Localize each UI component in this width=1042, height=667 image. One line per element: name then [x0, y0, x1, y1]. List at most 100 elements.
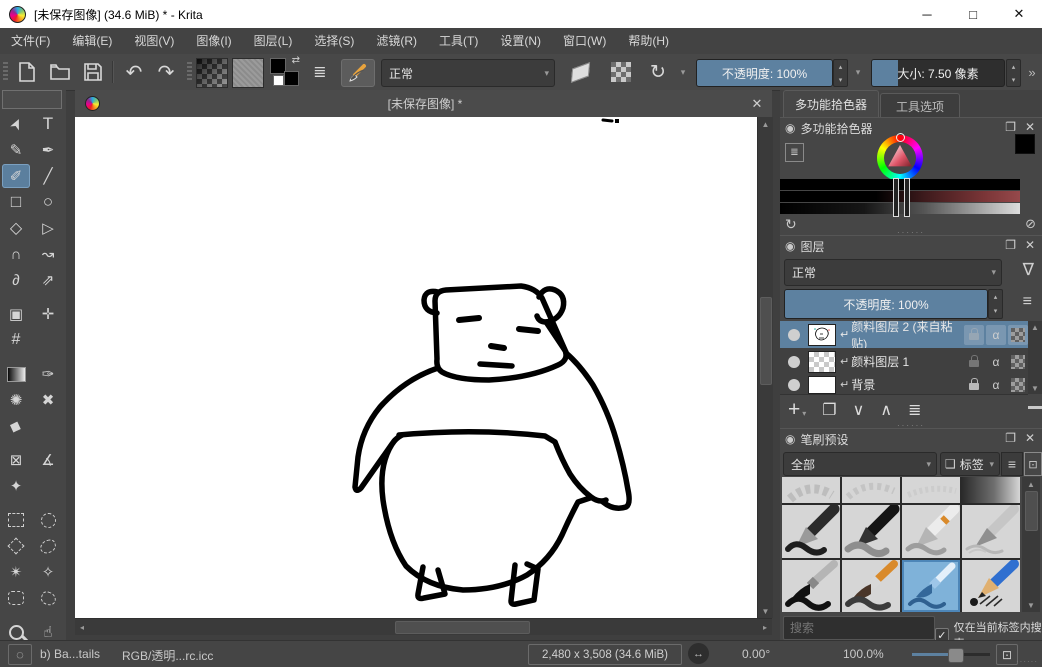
choose-brush-preset-button[interactable]: ≣ [307, 59, 333, 85]
layer-menu-icon[interactable]: ≡ [1023, 293, 1032, 311]
menu-view[interactable]: 视图(V) [123, 28, 185, 54]
visibility-icon[interactable] [788, 329, 800, 341]
scroll-right-icon[interactable]: ▸ [760, 619, 770, 635]
toolbar-grip2[interactable] [187, 62, 192, 82]
zoom-level[interactable]: 100.0% [843, 647, 884, 661]
scroll-down-icon[interactable]: ▼ [758, 606, 773, 616]
color-profile[interactable]: RGB/透明...rc.icc [122, 647, 213, 664]
move-tool[interactable]: ✛ [34, 302, 62, 326]
bar-slider-handle[interactable] [893, 178, 899, 217]
preset-view-button[interactable]: ⊡ [1024, 452, 1042, 476]
brush-preset[interactable] [902, 505, 960, 558]
background-color[interactable] [284, 71, 299, 86]
polygon-select-tool[interactable] [2, 534, 30, 558]
color-picker-tool[interactable]: ✑ [34, 362, 62, 386]
document-tab[interactable]: [未保存图像] * ✕ [75, 90, 772, 118]
brush-preset[interactable] [962, 477, 1020, 503]
close-docker-icon[interactable]: ✕ [1025, 238, 1035, 252]
reload-dropdown-arrow[interactable]: ▾ [676, 59, 690, 85]
value-bar-3[interactable] [780, 203, 1020, 214]
layer-lock-icon[interactable] [964, 375, 984, 395]
scroll-down-icon[interactable]: ▼ [1028, 383, 1042, 393]
freehand-path-tool[interactable]: ↝ [34, 242, 62, 266]
eraser-mode-button[interactable] [563, 59, 597, 85]
smart-patch-tool[interactable]: ✖ [34, 388, 62, 412]
brush-preset[interactable] [842, 560, 900, 612]
bezier-select-tool[interactable] [2, 586, 30, 610]
calligraphy-tool[interactable]: ✒ [34, 138, 62, 162]
lock-docker-icon[interactable]: ◉ [785, 121, 795, 135]
float-docker-icon[interactable]: ❐ [1005, 431, 1016, 445]
scroll-left-icon[interactable]: ◂ [77, 619, 87, 635]
undo-button[interactable]: ↶ [120, 59, 148, 85]
brush-preset[interactable] [782, 560, 840, 612]
toolbar-overflow-button[interactable]: » [1024, 59, 1040, 85]
tab-tool-options[interactable]: 工具选项 [880, 93, 960, 118]
pattern-edit-tool[interactable]: ✺ [2, 388, 30, 412]
layer-properties-button[interactable]: ≣ [908, 400, 921, 420]
rotation-dial[interactable]: ↔ [688, 643, 709, 664]
text-tool[interactable]: T [34, 112, 62, 136]
hue-ring[interactable] [877, 135, 923, 181]
transform-tool[interactable]: ▣ [2, 302, 30, 326]
vscroll-thumb[interactable] [760, 297, 772, 385]
menu-edit[interactable]: 编辑(E) [61, 28, 123, 54]
reload-preset-button[interactable]: ↻ [643, 59, 673, 85]
ellipse-select-tool[interactable] [34, 508, 62, 532]
multibrush-tool[interactable]: ⇗ [34, 268, 62, 292]
gradient-tool[interactable] [2, 362, 30, 386]
rect-select-tool[interactable] [2, 508, 30, 532]
bar-slider-handle2[interactable] [904, 178, 910, 217]
zoom-slider-thumb[interactable] [948, 648, 964, 663]
fg-bg-colors[interactable]: ⇄ [270, 58, 300, 86]
close-docker-icon[interactable]: ✕ [1025, 120, 1035, 134]
dynamic-brush-tool[interactable]: ∂ [2, 268, 30, 292]
layer-filter-icon[interactable]: ∇ [1023, 260, 1034, 280]
opacity-slider[interactable]: 不透明度: 100% [696, 59, 833, 87]
brush-preset[interactable] [902, 477, 960, 503]
edit-shapes-tool[interactable]: ✎ [2, 138, 30, 162]
save-button[interactable] [80, 59, 106, 85]
brush-preset[interactable] [962, 560, 1020, 612]
preserve-alpha-button[interactable] [606, 59, 636, 85]
scroll-down-icon[interactable]: ▼ [1022, 600, 1040, 610]
rectangle-tool[interactable]: □ [2, 190, 30, 214]
alpha-lock-icon[interactable]: α [986, 375, 1006, 395]
edit-brush-settings-button[interactable] [341, 59, 375, 87]
value-bar-2[interactable] [780, 191, 1020, 202]
blending-mode-dropdown[interactable]: 正常 ▾ [381, 59, 555, 87]
polygon-tool[interactable]: ◇ [2, 216, 30, 240]
zoom-slider[interactable] [912, 653, 990, 656]
brush-size-slider[interactable]: 大小: 7.50 像素 [871, 59, 1005, 87]
redo-button[interactable]: ↷ [152, 59, 180, 85]
spin-down-icon[interactable]: ▾ [1007, 73, 1020, 86]
brush-preset[interactable] [782, 477, 840, 503]
freehand-select-tool[interactable] [34, 534, 62, 558]
spin-down-icon[interactable]: ▾ [834, 73, 847, 86]
value-bar-1[interactable] [780, 179, 1020, 190]
menu-layer[interactable]: 图层(L) [243, 28, 304, 54]
layer-lock-icon[interactable] [964, 352, 984, 372]
ellipse-tool[interactable]: ○ [34, 190, 62, 214]
layer-row-3[interactable]: ↵ 背景 α [780, 375, 1028, 395]
canvas-rotation[interactable]: 0.00° [742, 647, 770, 661]
layer-lock-icon[interactable] [964, 325, 984, 345]
menu-file[interactable]: 文件(F) [0, 28, 61, 54]
hscroll-thumb[interactable] [395, 621, 530, 634]
brush-preset[interactable] [842, 477, 900, 503]
visibility-icon[interactable] [788, 356, 800, 368]
menu-help[interactable]: 帮助(H) [617, 28, 680, 54]
assistants-tool[interactable]: ⊠ [2, 448, 30, 472]
lock-docker-icon[interactable]: ◉ [785, 432, 795, 446]
layer-opacity-spinner[interactable]: ▴▾ [988, 289, 1003, 319]
layer-row-1[interactable]: ↵ 颜料图层 2 (来自粘贴) α [780, 321, 1028, 349]
transform-select-tool[interactable]: ➤ [2, 112, 30, 136]
duplicate-layer-button[interactable]: ❐ [822, 400, 836, 420]
spin-up-icon[interactable]: ▴ [1007, 60, 1020, 73]
opacity-dropdown-arrow[interactable]: ▾ [850, 59, 866, 85]
menu-select[interactable]: 选择(S) [303, 28, 365, 54]
brush-preset[interactable] [842, 505, 900, 558]
alpha-lock-icon[interactable]: α [986, 352, 1006, 372]
preset-menu-button[interactable]: ≡ [1001, 452, 1023, 476]
gradient-swatch[interactable] [196, 58, 228, 88]
